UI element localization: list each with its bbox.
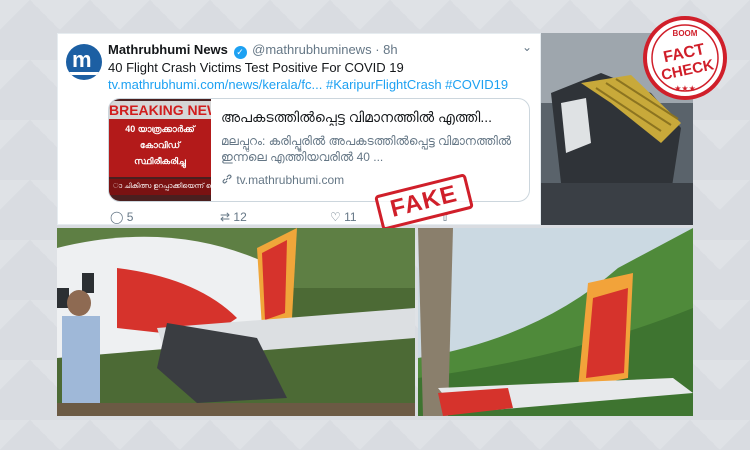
like-button[interactable]: ♡ 11 — [330, 210, 357, 224]
retweet-icon: ⇄ — [220, 210, 231, 224]
tweet-body: 40 Flight Crash Victims Test Positive Fo… — [108, 60, 404, 75]
account-handle[interactable]: @mathrubhuminews — [252, 42, 371, 57]
breaking-news-banner: BREAKING NEWS — [109, 101, 211, 119]
retweet-button[interactable]: ⇄ 12 — [220, 210, 247, 224]
reply-button[interactable]: ◯ 5 — [110, 210, 133, 224]
aircraft-photo — [57, 228, 415, 416]
thumb-line: 40 യാത്രക്കാർക്ക് — [125, 124, 195, 134]
tweet-hashtags[interactable]: #KaripurFlightCrash #COVID19 — [326, 77, 508, 92]
thumb-line: കോവിഡ് — [139, 140, 181, 150]
thumb-line: സ്ഥിരീകരിച്ചു — [134, 156, 186, 166]
account-name[interactable]: Mathrubhumi News — [108, 42, 228, 57]
tweet-link[interactable]: tv.mathrubhumi.com/news/kerala/fc... — [108, 77, 322, 92]
heart-icon: ♡ — [330, 210, 341, 224]
star-icon: ★★★ — [674, 84, 696, 93]
fact-check-badge: BOOM FACT CHECK ★★★ — [641, 14, 729, 102]
preview-description: മലപ്പുറം: കരിപ്പൂരിൽ അപകടത്തിൽപ്പെട്ട വി… — [221, 134, 512, 164]
tweet-text: 40 Flight Crash Victims Test Positive Fo… — [108, 59, 528, 93]
chevron-down-icon[interactable]: ⌄ — [522, 40, 532, 54]
badge-top: BOOM — [673, 29, 698, 38]
preview-domain: tv.mathrubhumi.com — [221, 173, 344, 187]
link-icon — [222, 174, 232, 184]
reply-icon: ◯ — [110, 210, 124, 224]
preview-title: അപകടത്തിൽപ്പെട്ട വിമാനത്തിൽ എത്തി... — [221, 109, 492, 125]
verified-icon: ✓ — [233, 46, 247, 59]
avatar[interactable]: m — [66, 44, 102, 80]
preview-thumbnail: BREAKING NEWS 40 യാത്രക്കാർക്ക് കോവിഡ് സ… — [109, 99, 211, 201]
tweet-time[interactable]: 8h — [383, 42, 397, 57]
tail-photo — [418, 228, 693, 416]
mathrubhumi-logo-icon: m — [72, 47, 92, 72]
thumb-ticker: ാ ചികിത്സ ഉറപ്പാക്കിയെന്ന് കൊ — [109, 179, 211, 195]
tweet-header: Mathrubhumi News ✓ @mathrubhuminews · 8h — [108, 42, 398, 59]
